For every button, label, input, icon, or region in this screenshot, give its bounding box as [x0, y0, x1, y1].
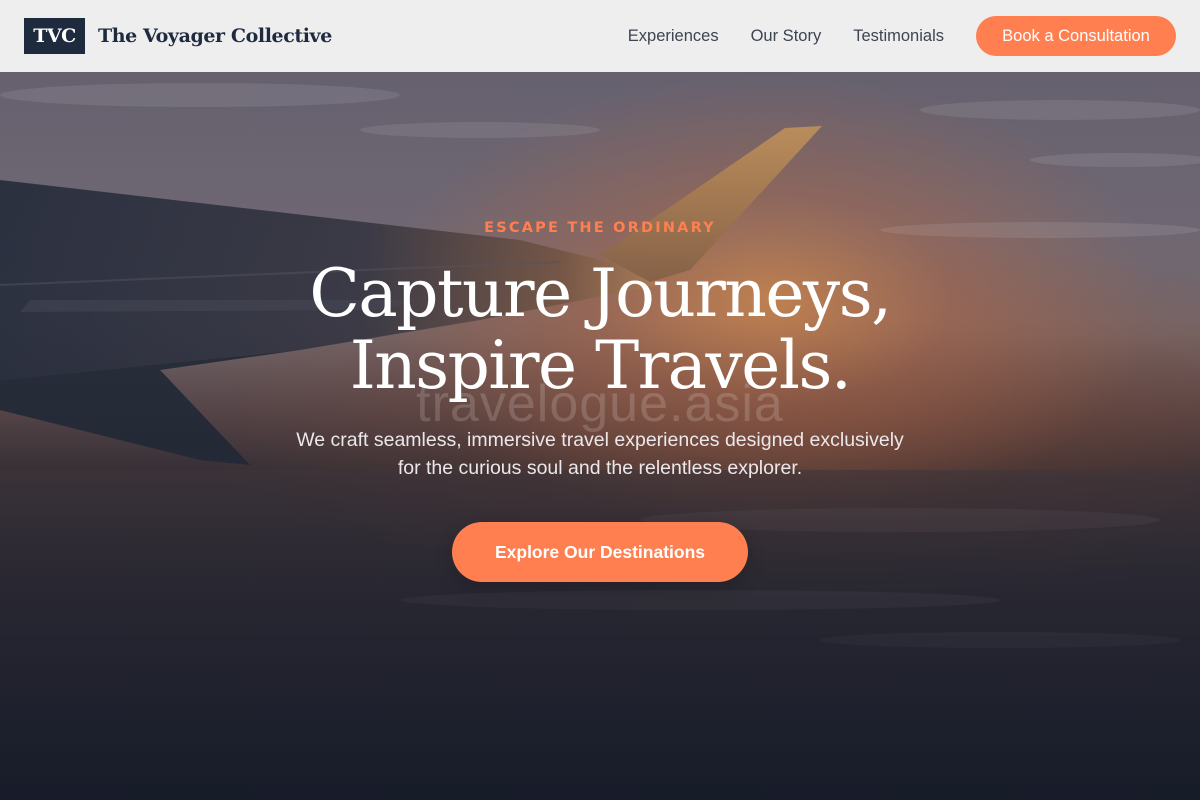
- book-consultation-button[interactable]: Book a Consultation: [976, 16, 1176, 56]
- nav-link-experiences[interactable]: Experiences: [628, 27, 719, 46]
- hero-eyebrow: ESCAPE THE ORDINARY: [484, 220, 716, 236]
- primary-nav: Experiences Our Story Testimonials Book …: [628, 16, 1176, 56]
- hero-subtitle-line-2: for the curious soul and the relentless …: [397, 457, 803, 479]
- brand-name: The Voyager Collective: [98, 25, 332, 47]
- explore-destinations-button[interactable]: Explore Our Destinations: [452, 522, 748, 582]
- nav-link-our-story[interactable]: Our Story: [751, 27, 822, 46]
- brand-logo-link[interactable]: TVC The Voyager Collective: [24, 18, 332, 54]
- top-navigation-bar: TVC The Voyager Collective Experiences O…: [0, 0, 1200, 72]
- brand-logo-mark: TVC: [24, 18, 85, 54]
- hero-headline-line-1: Capture Journeys,: [309, 255, 892, 332]
- watermark-text: travelogue.asia: [416, 375, 784, 433]
- hero-section: ESCAPE THE ORDINARY travelogue.asia Capt…: [0, 0, 1200, 800]
- hero-subtitle: We craft seamless, immersive travel expe…: [250, 426, 950, 482]
- nav-link-testimonials[interactable]: Testimonials: [853, 27, 944, 46]
